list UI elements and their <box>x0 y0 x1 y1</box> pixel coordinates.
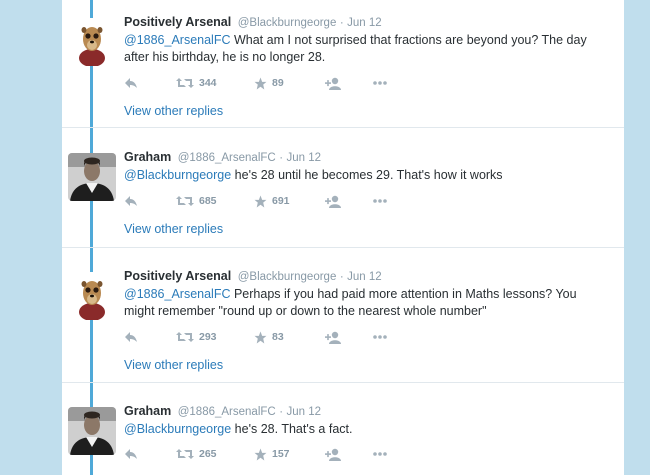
more-icon <box>373 199 387 203</box>
reply-icon <box>125 78 137 88</box>
follow-button[interactable] <box>324 329 342 345</box>
follow-icon <box>325 77 341 90</box>
tweet-text: @1886_ArsenalFC Perhaps if you had paid … <box>124 286 594 320</box>
tweet-date[interactable]: Jun 12 <box>347 271 382 283</box>
retweet-count: 265 <box>199 448 217 460</box>
follow-button[interactable] <box>324 75 342 91</box>
more-icon <box>373 452 387 456</box>
meerkat-avatar[interactable] <box>68 272 116 320</box>
author-handle[interactable]: @Blackburngeorge <box>238 17 337 29</box>
more-button[interactable] <box>372 446 388 462</box>
reply-button[interactable] <box>124 193 138 209</box>
favorite-button[interactable]: 157 <box>254 446 290 462</box>
tweet-header: Positively Arsenal @Blackburngeorge · Ju… <box>124 268 382 285</box>
tweet-date[interactable]: Jun 12 <box>287 406 322 418</box>
view-other-replies-link[interactable]: View other replies <box>124 222 223 236</box>
mention-link[interactable]: @Blackburngeorge <box>124 422 231 436</box>
player-photo-avatar[interactable] <box>68 153 116 201</box>
author-name[interactable]: Graham <box>124 404 171 418</box>
favorite-button[interactable]: 83 <box>254 329 284 345</box>
favorite-count: 89 <box>272 77 284 89</box>
favorite-count: 691 <box>272 195 290 207</box>
author-name[interactable]: Positively Arsenal <box>124 269 231 283</box>
tweet-actions: 344 89 <box>124 75 404 91</box>
author-handle[interactable]: @Blackburngeorge <box>238 271 337 283</box>
meerkat-avatar[interactable] <box>68 18 116 66</box>
view-other-replies-link[interactable]: View other replies <box>124 104 223 118</box>
more-icon <box>373 81 387 85</box>
separator-dot: · <box>339 271 344 283</box>
mention-link[interactable]: @1886_ArsenalFC <box>124 33 231 47</box>
reply-button[interactable] <box>124 75 138 91</box>
reply-button[interactable] <box>124 446 138 462</box>
tweet[interactable]: Positively Arsenal @Blackburngeorge · Ju… <box>62 268 624 383</box>
star-icon <box>254 448 267 460</box>
separator-dot: · <box>339 17 344 29</box>
star-icon <box>254 331 267 343</box>
author-name[interactable]: Positively Arsenal <box>124 15 231 29</box>
star-icon <box>254 195 267 207</box>
player-photo-avatar[interactable] <box>68 407 116 455</box>
separator-dot: · <box>279 406 284 418</box>
reply-icon <box>125 449 137 459</box>
retweet-count: 344 <box>199 77 217 89</box>
favorite-count: 157 <box>272 448 290 460</box>
tweet-actions: 293 83 <box>124 329 404 345</box>
conversation-card: Positively Arsenal @Blackburngeorge · Ju… <box>62 0 624 475</box>
follow-icon <box>325 195 341 208</box>
author-name[interactable]: Graham <box>124 150 171 164</box>
retweet-button[interactable]: 685 <box>176 193 217 209</box>
tweet[interactable]: Positively Arsenal @Blackburngeorge · Ju… <box>62 14 624 129</box>
retweet-count: 293 <box>199 331 217 343</box>
retweet-icon <box>176 78 194 88</box>
more-button[interactable] <box>372 193 388 209</box>
retweet-button[interactable]: 293 <box>176 329 217 345</box>
retweet-icon <box>176 332 194 342</box>
tweet-date[interactable]: Jun 12 <box>287 152 322 164</box>
tweet-body: he's 28. That's a fact. <box>231 422 353 436</box>
follow-button[interactable] <box>324 193 342 209</box>
reply-icon <box>125 196 137 206</box>
tweet[interactable]: Graham @1886_ArsenalFC · Jun 12 @Blackbu… <box>62 149 624 249</box>
author-handle[interactable]: @1886_ArsenalFC <box>178 406 276 418</box>
retweet-button[interactable]: 265 <box>176 446 217 462</box>
tweet-text: @Blackburngeorge he's 28 until he become… <box>124 167 594 184</box>
view-other-replies-link[interactable]: View other replies <box>124 358 223 372</box>
tweet-date[interactable]: Jun 12 <box>347 17 382 29</box>
more-button[interactable] <box>372 75 388 91</box>
retweet-button[interactable]: 344 <box>176 75 217 91</box>
tweet-header: Positively Arsenal @Blackburngeorge · Ju… <box>124 14 382 31</box>
tweet-header: Graham @1886_ArsenalFC · Jun 12 <box>124 403 321 420</box>
tweet-actions: 685 691 <box>124 193 404 209</box>
tweet-body: he's 28 until he becomes 29. That's how … <box>231 168 503 182</box>
reply-icon <box>125 332 137 342</box>
divider <box>62 127 624 128</box>
follow-button[interactable] <box>324 446 342 462</box>
mention-link[interactable]: @Blackburngeorge <box>124 168 231 182</box>
more-icon <box>373 335 387 339</box>
follow-icon <box>325 331 341 344</box>
retweet-icon <box>176 196 194 206</box>
tweet[interactable]: Graham @1886_ArsenalFC · Jun 12 @Blackbu… <box>62 403 624 475</box>
divider <box>62 382 624 383</box>
follow-icon <box>325 448 341 461</box>
tweet-actions: 265 157 <box>124 446 404 462</box>
reply-button[interactable] <box>124 329 138 345</box>
author-handle[interactable]: @1886_ArsenalFC <box>178 152 276 164</box>
star-icon <box>254 77 267 89</box>
retweet-icon <box>176 449 194 459</box>
separator-dot: · <box>279 152 284 164</box>
tweet-text: @1886_ArsenalFC What am I not surprised … <box>124 32 594 66</box>
divider <box>62 247 624 248</box>
tweet-text: @Blackburngeorge he's 28. That's a fact. <box>124 421 594 438</box>
more-button[interactable] <box>372 329 388 345</box>
favorite-count: 83 <box>272 331 284 343</box>
favorite-button[interactable]: 691 <box>254 193 290 209</box>
tweet-header: Graham @1886_ArsenalFC · Jun 12 <box>124 149 321 166</box>
favorite-button[interactable]: 89 <box>254 75 284 91</box>
mention-link[interactable]: @1886_ArsenalFC <box>124 287 231 301</box>
retweet-count: 685 <box>199 195 217 207</box>
